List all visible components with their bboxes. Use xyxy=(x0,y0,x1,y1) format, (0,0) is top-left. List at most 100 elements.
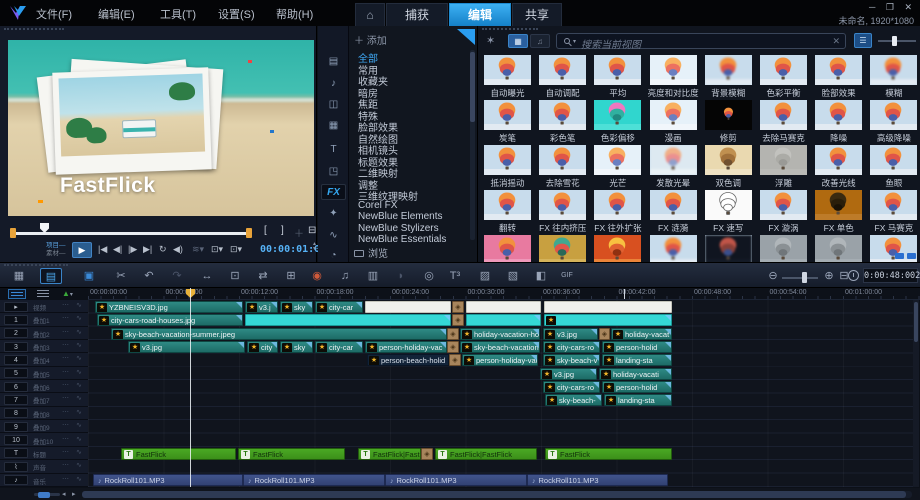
home-button[interactable]: |◀ xyxy=(98,244,107,255)
gallery-view-button[interactable]: ☰ xyxy=(854,33,872,48)
storyboard-view-icon[interactable]: ▦ xyxy=(8,268,30,284)
timeline-clip[interactable]: ★city-car xyxy=(315,301,363,313)
filter-thumbnail[interactable] xyxy=(484,100,531,130)
timeline-clip[interactable]: ★person-holiday-vac xyxy=(365,341,447,353)
trim-bar[interactable] xyxy=(12,232,250,235)
audio-clip[interactable]: ♪RockRoll101.MP3 xyxy=(243,474,385,486)
trim-end-handle[interactable] xyxy=(246,228,252,238)
timeline-clip[interactable]: ★ xyxy=(544,314,672,326)
search-input[interactable]: ▾ 搜索当前视图 ✕ xyxy=(556,33,846,49)
copy-icon[interactable]: ▣ xyxy=(78,268,100,284)
filter-thumbnail[interactable] xyxy=(705,55,752,85)
swap-tracks-icon[interactable]: ⇄ xyxy=(252,268,274,284)
playhead-line[interactable] xyxy=(190,288,191,487)
timeline-clip[interactable] xyxy=(544,301,672,313)
track-header-title[interactable]: T标题⋯∿ xyxy=(0,447,88,460)
timeline-clip[interactable]: ★v3.jpg xyxy=(540,368,597,380)
timeline-clip[interactable]: ★holiday-vacation-ho xyxy=(460,328,540,340)
category-item[interactable]: NewBlue Elements xyxy=(358,211,442,222)
timeline-clip[interactable]: ★sky xyxy=(280,301,313,313)
filter-fx-icon[interactable]: FX xyxy=(321,184,346,200)
split-clip-icon[interactable]: ⊟ xyxy=(308,225,316,236)
repeat-icon[interactable]: ↻ xyxy=(159,244,167,255)
library-scrollbar[interactable] xyxy=(470,50,475,240)
menu-item[interactable]: 文件(F) xyxy=(36,6,72,22)
filter-thumbnail[interactable] xyxy=(650,190,697,220)
timeline-clip[interactable]: ★city-cars-ro xyxy=(543,381,600,393)
timeline-view-icon[interactable]: ▤ xyxy=(40,268,62,284)
track-header-overlay[interactable]: 5叠加5⋯∿ xyxy=(0,367,88,380)
track-wave-icon[interactable]: ∿ xyxy=(76,408,82,416)
multi-trim-icon[interactable]: ▥ xyxy=(362,268,384,284)
add-category-button[interactable]: ＋ 添加 xyxy=(354,32,387,47)
track-header-overlay[interactable]: 6叠加6⋯∿ xyxy=(0,380,88,393)
timeline-clip[interactable]: ★city-cars-ro xyxy=(543,341,600,353)
track-wave-icon[interactable]: ∿ xyxy=(76,448,82,456)
timeline-clip[interactable]: ★person-holiday-vaca xyxy=(462,354,538,366)
add-icon[interactable]: ＋ xyxy=(294,225,304,240)
timeline-clip[interactable]: ★sky-beach-vacation-summer.jpeg xyxy=(111,328,447,340)
filter-thumbnail[interactable] xyxy=(815,55,862,85)
track-wave-icon[interactable]: ∿ xyxy=(76,314,82,322)
scroll-right-arrow[interactable]: ▸ xyxy=(72,490,76,498)
track-type-icon[interactable]: 5 xyxy=(4,368,28,378)
filter-thumbnail[interactable] xyxy=(705,235,752,262)
mark-out-icon[interactable]: ] xyxy=(281,225,284,236)
timeline-clip[interactable]: ★person-holid xyxy=(602,341,672,353)
show-video-filters-toggle[interactable]: ▦ xyxy=(508,34,528,48)
filter-thumbnail[interactable] xyxy=(594,145,641,175)
color-grading-icon[interactable]: ◧ xyxy=(530,268,552,284)
track-header-music[interactable]: ♪音乐⋯∿ xyxy=(0,474,88,487)
title-clip[interactable]: TFastFlick|FastFlick xyxy=(358,448,421,460)
media-icon[interactable]: ▤ xyxy=(321,54,346,70)
trim-start-handle[interactable] xyxy=(10,228,16,238)
filter-thumbnail[interactable] xyxy=(484,190,531,220)
filter-thumbnail[interactable] xyxy=(539,190,586,220)
timeline-clip[interactable] xyxy=(466,314,541,326)
track-options-icon[interactable]: ⋯ xyxy=(62,381,69,389)
filter-thumbnail[interactable] xyxy=(815,145,862,175)
volume-icon[interactable]: ◀) xyxy=(173,244,183,255)
filter-thumbnail[interactable] xyxy=(484,55,531,85)
audio-mixer-icon[interactable]: ♫ xyxy=(334,268,356,284)
add-track-icon[interactable]: ▲▾ xyxy=(62,289,73,298)
split-clip-icon[interactable]: ✂ xyxy=(110,268,132,284)
audio-clip[interactable]: ♪RockRoll101.MP3 xyxy=(93,474,243,486)
title-clip[interactable]: TFastFlick xyxy=(545,448,672,460)
filter-thumbnail[interactable] xyxy=(705,145,752,175)
title-clip[interactable]: TFastFlick xyxy=(238,448,345,460)
track-type-icon[interactable]: 8 xyxy=(4,408,28,418)
redo-icon[interactable]: ↷ xyxy=(166,268,188,284)
timeline-clip[interactable]: ★person-holid xyxy=(602,381,672,393)
toolbar-drag-handle[interactable] xyxy=(4,264,68,267)
track-wave-icon[interactable]: ∿ xyxy=(76,475,82,483)
effects-icon[interactable]: ✦ xyxy=(321,206,346,222)
track-type-icon[interactable]: 7 xyxy=(4,395,28,405)
track-menu-icon[interactable] xyxy=(36,289,50,299)
timeline-clip[interactable]: ★sky-beach-vacation xyxy=(460,341,540,353)
filter-thumbnail[interactable] xyxy=(650,55,697,85)
timeline-clip[interactable]: ★city-car xyxy=(315,341,363,353)
title-icon[interactable]: T xyxy=(321,142,346,158)
project-mode-label[interactable]: 项目— xyxy=(46,242,66,249)
filter-thumbnail[interactable] xyxy=(594,235,641,262)
filter-thumbnail[interactable] xyxy=(815,190,862,220)
undo-icon[interactable]: ↶ xyxy=(138,268,160,284)
timeline-clip[interactable]: ★YZBNEISV3D.jpg xyxy=(95,301,243,313)
filter-thumbnail[interactable] xyxy=(484,235,531,262)
track-options-icon[interactable]: ⋯ xyxy=(62,341,69,349)
timeline-zoom-handle[interactable] xyxy=(802,272,807,283)
motion-tracking-icon[interactable]: ◎ xyxy=(418,268,440,284)
filter-thumbnail[interactable] xyxy=(705,100,752,130)
filter-thumbnail[interactable] xyxy=(760,190,807,220)
track-type-icon[interactable]: 1 xyxy=(4,315,28,325)
timeline-clip[interactable]: ★landing-sta xyxy=(604,394,672,406)
transition-clip[interactable]: ◈ xyxy=(452,314,464,326)
track-options-icon[interactable]: ⋯ xyxy=(62,408,69,416)
track-options-icon[interactable]: ⋯ xyxy=(62,301,69,309)
timeline-scrollbar-thumb[interactable] xyxy=(82,491,906,498)
thumbnail-size-slider[interactable] xyxy=(878,40,916,42)
menu-item[interactable]: 设置(S) xyxy=(218,6,255,22)
timeline-clip[interactable]: ★sky xyxy=(280,341,313,353)
pin-panel-icon[interactable] xyxy=(457,29,475,45)
